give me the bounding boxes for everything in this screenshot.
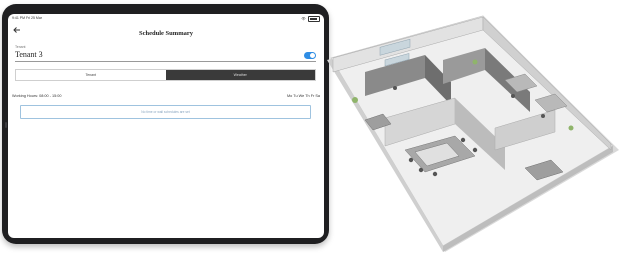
working-days-text: Mo Tu We Th Fr Sa — [287, 94, 320, 98]
status-time: 9:41 PM Fri 25 Mar — [12, 16, 42, 20]
tenant-field-label: Tenant — [15, 45, 26, 49]
tablet-screen: 9:41 PM Fri 25 Mar Schedule Summary Tena… — [8, 14, 324, 238]
tenant-field-underline — [15, 61, 316, 62]
camera-dot — [5, 122, 7, 128]
tablet-device: 9:41 PM Fri 25 Mar Schedule Summary Tena… — [2, 4, 329, 244]
battery-icon — [308, 16, 320, 22]
office-floor-plan-illustration — [327, 15, 619, 252]
tenant-enabled-toggle[interactable] — [304, 52, 316, 59]
empty-schedule-notice[interactable]: No time or wall schedules are set — [20, 105, 311, 119]
segmented-control: Tenant Weather — [15, 69, 316, 81]
tab-weather[interactable]: Weather — [165, 70, 315, 80]
page-title: Schedule Summary — [139, 30, 193, 37]
wifi-icon — [301, 16, 306, 22]
working-hours-text: Working Hours: 08:00 - 15:00 — [12, 94, 62, 98]
tab-tenant[interactable]: Tenant — [16, 70, 166, 80]
status-icons — [301, 16, 320, 22]
tenant-field-value[interactable]: Tenant 3 — [15, 50, 43, 59]
status-bar: 9:41 PM Fri 25 Mar — [8, 14, 324, 24]
